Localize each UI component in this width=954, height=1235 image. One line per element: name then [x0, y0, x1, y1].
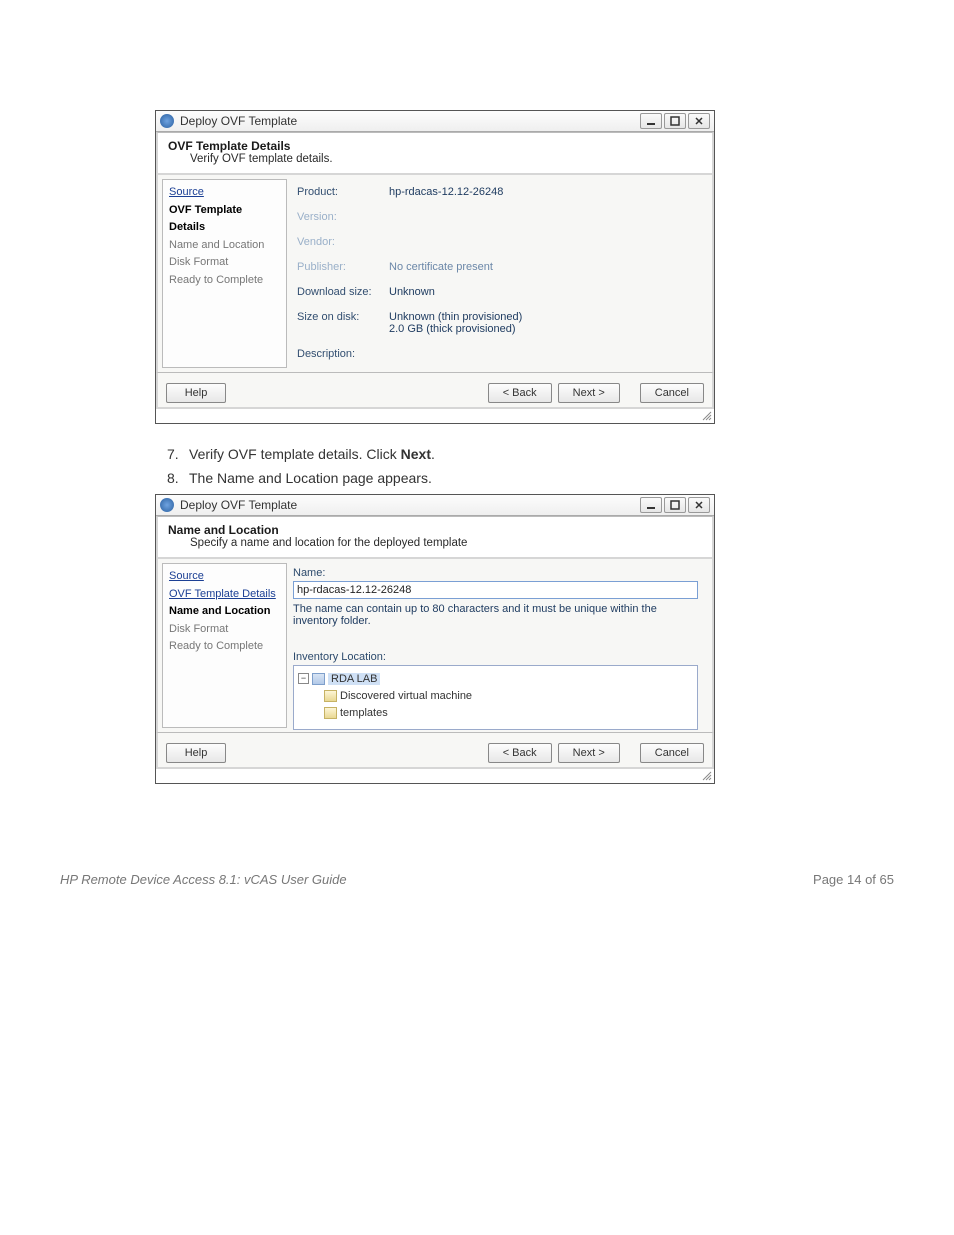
minimize-button[interactable] — [640, 113, 662, 129]
wizard-subtitle: Specify a name and location for the depl… — [168, 537, 702, 549]
cancel-button[interactable]: Cancel — [640, 743, 704, 763]
footer-left: HP Remote Device Access 8.1: vCAS User G… — [60, 872, 347, 887]
dialog-ovf-details: Deploy OVF Template OVF Template Details… — [155, 110, 715, 424]
step-name-location: Name and Location — [169, 237, 280, 255]
maximize-button[interactable] — [664, 497, 686, 513]
collapse-icon[interactable]: − — [298, 673, 309, 684]
vendor-label: Vendor: — [293, 233, 385, 258]
app-icon — [160, 498, 174, 512]
footer-right: Page 14 of 65 — [813, 872, 894, 887]
folder-icon — [324, 690, 337, 702]
version-label: Version: — [293, 208, 385, 233]
cancel-button[interactable]: Cancel — [640, 383, 704, 403]
back-button[interactable]: < Back — [488, 743, 552, 763]
window-title: Deploy OVF Template — [180, 498, 640, 512]
version-value — [385, 208, 526, 233]
close-button[interactable] — [688, 497, 710, 513]
back-button[interactable]: < Back — [488, 383, 552, 403]
size-thick: 2.0 GB (thick provisioned) — [389, 323, 516, 335]
publisher-label: Publisher: — [293, 258, 385, 283]
titlebar[interactable]: Deploy OVF Template — [156, 111, 714, 132]
page-footer: HP Remote Device Access 8.1: vCAS User G… — [0, 866, 954, 907]
step-ovf-details[interactable]: OVF Template Details — [169, 586, 280, 604]
product-value: hp-rdacas-12.12-26248 — [385, 183, 526, 208]
publisher-value: No certificate present — [385, 258, 526, 283]
download-size-label: Download size: — [293, 283, 385, 308]
description-label: Description: — [293, 345, 385, 370]
maximize-button[interactable] — [664, 113, 686, 129]
wizard-subtitle: Verify OVF template details. — [168, 153, 702, 165]
details-panel: Name: The name can contain up to 80 char… — [291, 559, 712, 732]
step-disk-format: Disk Format — [169, 254, 280, 272]
name-input[interactable] — [293, 581, 698, 599]
download-size-value: Unknown — [385, 283, 526, 308]
vendor-value — [385, 233, 526, 258]
product-label: Product: — [293, 183, 385, 208]
inventory-location-label: Inventory Location: — [293, 651, 702, 663]
name-hint: The name can contain up to 80 characters… — [293, 603, 702, 627]
wizard-title: OVF Template Details — [168, 139, 702, 153]
close-button[interactable] — [688, 113, 710, 129]
window-title: Deploy OVF Template — [180, 114, 640, 128]
dialog-name-location: Deploy OVF Template Name and Location Sp… — [155, 494, 715, 784]
details-panel: Product: hp-rdacas-12.12-26248 Version: … — [291, 175, 712, 372]
size-on-disk-value: Unknown (thin provisioned) 2.0 GB (thick… — [385, 308, 526, 345]
folder-icon — [324, 707, 337, 719]
wizard-title: Name and Location — [168, 523, 702, 537]
tree-item-label: templates — [340, 707, 388, 719]
inventory-tree[interactable]: − RDA LAB Discovered virtual machine tem… — [293, 665, 698, 730]
tree-root-label[interactable]: RDA LAB — [328, 673, 380, 685]
tree-child-templates[interactable]: templates — [298, 704, 693, 721]
wizard-header: OVF Template Details Verify OVF template… — [156, 132, 714, 175]
tree-child-discovered[interactable]: Discovered virtual machine — [298, 687, 693, 704]
step-name-location: Name and Location — [169, 603, 280, 621]
resize-grip[interactable] — [156, 769, 714, 783]
step-ovf-details: OVF Template Details — [169, 202, 280, 237]
instruction-8: 8.The Name and Location page appears. — [167, 470, 836, 486]
minimize-button[interactable] — [640, 497, 662, 513]
wizard-header: Name and Location Specify a name and loc… — [156, 516, 714, 559]
step-source[interactable]: Source — [169, 184, 280, 202]
step-ready: Ready to Complete — [169, 272, 280, 290]
step-list: Source OVF Template Details Name and Loc… — [162, 563, 287, 728]
tree-root[interactable]: − RDA LAB — [298, 670, 693, 687]
name-label: Name: — [293, 567, 702, 579]
size-thin: Unknown (thin provisioned) — [389, 311, 522, 323]
description-value — [385, 345, 526, 370]
instruction-7: 7.Verify OVF template details. Click Nex… — [167, 446, 836, 462]
resize-grip[interactable] — [156, 409, 714, 423]
help-button[interactable]: Help — [166, 383, 226, 403]
next-button[interactable]: Next > — [558, 743, 620, 763]
step-source[interactable]: Source — [169, 568, 280, 586]
size-on-disk-label: Size on disk: — [293, 308, 385, 345]
tree-item-label: Discovered virtual machine — [340, 690, 472, 702]
step-disk-format: Disk Format — [169, 621, 280, 639]
titlebar[interactable]: Deploy OVF Template — [156, 495, 714, 516]
app-icon — [160, 114, 174, 128]
help-button[interactable]: Help — [166, 743, 226, 763]
step-ready: Ready to Complete — [169, 638, 280, 656]
next-button[interactable]: Next > — [558, 383, 620, 403]
datacenter-icon — [312, 673, 325, 685]
step-list: Source OVF Template Details Name and Loc… — [162, 179, 287, 368]
